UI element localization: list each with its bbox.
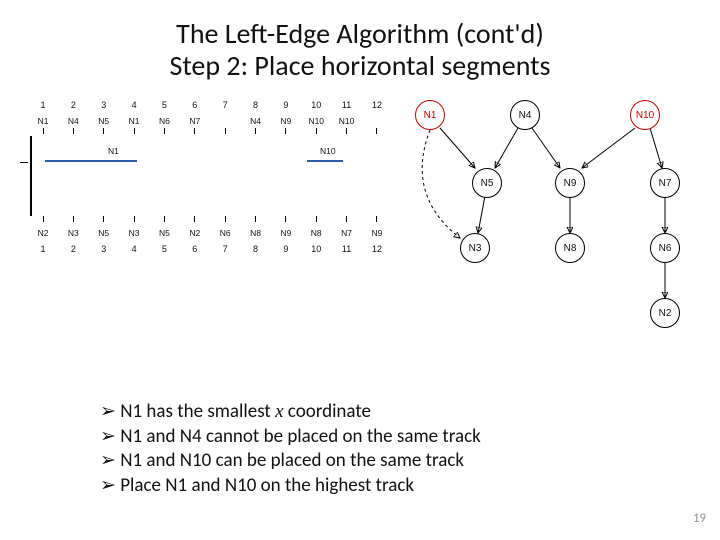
title-line-2: Step 2: Place horizontal segments [0, 50, 720, 82]
net-label: N9 [277, 116, 295, 126]
net-label: N5 [95, 116, 113, 126]
segment-n1 [45, 160, 137, 162]
segment-n10 [307, 160, 343, 162]
net-label: N8 [247, 228, 265, 238]
bullet-list: N1 has the smallest x coordinate N1 and … [100, 400, 481, 499]
net-label: N9 [277, 228, 295, 238]
ruler-num: 3 [95, 100, 113, 110]
net-label: N10 [307, 116, 325, 126]
ruler-num: 11 [338, 100, 356, 110]
net-label: N1 [125, 116, 143, 126]
net-label: N4 [64, 116, 82, 126]
net-label: N5 [155, 228, 173, 238]
segment-label-n10: N10 [320, 146, 336, 156]
bottom-ticks [30, 216, 390, 222]
segment-label-n1: N1 [108, 146, 119, 156]
top-ruler: 1 2 3 4 5 6 7 8 9 10 11 12 [30, 100, 390, 110]
ruler-num: 6 [186, 100, 204, 110]
net-label: N2 [186, 228, 204, 238]
ruler-num: 12 [368, 100, 386, 110]
ruler-num: 3 [95, 244, 113, 254]
ruler-num: 4 [125, 244, 143, 254]
ruler-num: 2 [64, 100, 82, 110]
ruler-num: 10 [307, 244, 325, 254]
ruler-num: 11 [338, 244, 356, 254]
track-marker [20, 162, 28, 163]
constraint-graph: N1 N4 N10 N5 N9 N7 N3 N8 N6 N2 [410, 100, 700, 330]
net-label: N3 [64, 228, 82, 238]
ruler-num: 6 [186, 244, 204, 254]
net-label [216, 116, 234, 126]
channel-diagram: 1 2 3 4 5 6 7 8 9 10 11 12 N1 N4 N5 N1 N… [30, 100, 390, 330]
ruler-num: 5 [155, 244, 173, 254]
net-label: N10 [338, 116, 356, 126]
net-label: N8 [307, 228, 325, 238]
ruler-num: 1 [34, 244, 52, 254]
slide-title: The Left-Edge Algorithm (cont'd) Step 2:… [0, 0, 720, 82]
top-ticks [30, 128, 390, 134]
bullet-item: N1 and N10 can be placed on the same tra… [100, 449, 481, 474]
ruler-num: 1 [34, 100, 52, 110]
top-net-labels: N1 N4 N5 N1 N6 N7 N4 N9 N10 N10 [30, 116, 390, 126]
bullet-item: N1 has the smallest x coordinate [100, 400, 481, 425]
net-label: N9 [368, 228, 386, 238]
bullet-item: Place N1 and N10 on the highest track [100, 474, 481, 499]
ruler-num: 7 [216, 244, 234, 254]
net-label: N1 [34, 116, 52, 126]
ruler-num: 8 [247, 244, 265, 254]
net-label: N7 [338, 228, 356, 238]
net-label: N4 [247, 116, 265, 126]
content-row: 1 2 3 4 5 6 7 8 9 10 11 12 N1 N4 N5 N1 N… [0, 82, 720, 342]
net-label: N3 [125, 228, 143, 238]
bottom-ruler: 1 2 3 4 5 6 7 8 9 10 11 12 [30, 244, 390, 254]
net-label: N2 [34, 228, 52, 238]
ruler-num: 2 [64, 244, 82, 254]
net-label: N7 [186, 116, 204, 126]
page-number: 19 [693, 511, 706, 526]
ruler-num: 9 [277, 244, 295, 254]
slide: The Left-Edge Algorithm (cont'd) Step 2:… [0, 0, 720, 540]
title-line-1: The Left-Edge Algorithm (cont'd) [0, 18, 720, 50]
net-label: N6 [216, 228, 234, 238]
ruler-num: 12 [368, 244, 386, 254]
ruler-num: 10 [307, 100, 325, 110]
net-label [368, 116, 386, 126]
ruler-num: 7 [216, 100, 234, 110]
net-label: N6 [155, 116, 173, 126]
ruler-num: 5 [155, 100, 173, 110]
ruler-num: 8 [247, 100, 265, 110]
channel-tracks: N1 N10 [30, 136, 390, 216]
ruler-num: 4 [125, 100, 143, 110]
bottom-net-labels: N2 N3 N5 N3 N5 N2 N6 N8 N9 N8 N7 N9 [30, 228, 390, 238]
bullet-item: N1 and N4 cannot be placed on the same t… [100, 425, 481, 450]
ruler-num: 9 [277, 100, 295, 110]
net-label: N5 [95, 228, 113, 238]
graph-edges [410, 100, 700, 330]
